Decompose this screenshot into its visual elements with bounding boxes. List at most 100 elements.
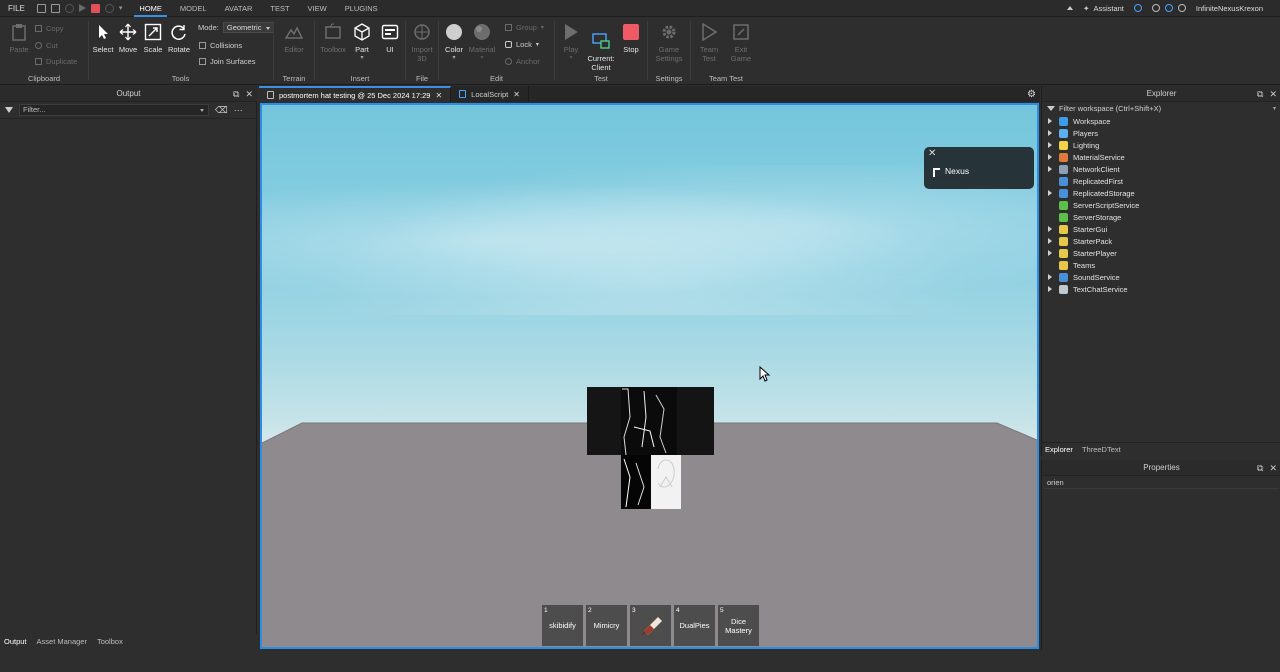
- properties-filter-input[interactable]: orien: [1044, 477, 1279, 489]
- tab-plugins[interactable]: PLUGINS: [336, 0, 387, 17]
- stop-icon[interactable]: [90, 3, 100, 13]
- expand-arrow-icon[interactable]: [1042, 141, 1052, 150]
- expand-arrow-icon[interactable]: [1042, 189, 1052, 198]
- tab-place-document[interactable]: postmortem hat testing @ 25 Dec 2024 17:…: [259, 86, 452, 102]
- explorer-item[interactable]: ServerScriptService: [1042, 199, 1280, 211]
- clear-output-icon[interactable]: ⌫: [215, 105, 228, 116]
- share-icon[interactable]: [1177, 4, 1186, 12]
- popout-icon[interactable]: ⧉: [233, 86, 239, 102]
- expand-arrow-icon[interactable]: [1042, 285, 1052, 294]
- explorer-item[interactable]: ReplicatedStorage: [1042, 187, 1280, 199]
- material-button[interactable]: Material ▾: [467, 23, 497, 61]
- anchor-button[interactable]: Anchor: [505, 57, 540, 66]
- terrain-editor-button[interactable]: Editor: [282, 23, 306, 54]
- hotbar-slot-1[interactable]: 1 skibidify: [542, 605, 583, 646]
- expand-arrow-icon[interactable]: [1042, 165, 1052, 174]
- exit-game-button[interactable]: Exit Game: [727, 23, 755, 63]
- cloud-icon[interactable]: [1164, 4, 1173, 12]
- close-icon[interactable]: ✕: [245, 86, 253, 102]
- expand-arrow-icon[interactable]: [1042, 117, 1052, 126]
- undo-icon[interactable]: [104, 3, 114, 13]
- tab-output[interactable]: Output: [0, 635, 31, 649]
- cut-button[interactable]: Cut: [35, 41, 58, 50]
- explorer-item[interactable]: MaterialService: [1042, 151, 1280, 163]
- output-filter-input[interactable]: Filter...: [19, 104, 209, 116]
- scale-button[interactable]: Scale: [142, 23, 164, 54]
- close-tab-icon[interactable]: ✕: [435, 91, 442, 100]
- more-options-icon[interactable]: ⋯: [234, 105, 243, 116]
- help-icon[interactable]: [1151, 4, 1160, 12]
- explorer-item[interactable]: StarterGui: [1042, 223, 1280, 235]
- hotbar-slot-3[interactable]: 3: [630, 605, 671, 646]
- popout-icon[interactable]: ⧉: [1257, 86, 1263, 102]
- play-button[interactable]: Play ▾: [559, 23, 583, 61]
- explorer-item[interactable]: ServerStorage: [1042, 211, 1280, 223]
- copy-button[interactable]: Copy: [35, 24, 64, 33]
- play-dropdown-icon[interactable]: ▾: [559, 54, 583, 61]
- expand-arrow-icon[interactable]: [1042, 225, 1052, 234]
- explorer-item[interactable]: Teams: [1042, 259, 1280, 271]
- mode-dropdown[interactable]: Geometric: [222, 22, 275, 33]
- explorer-item[interactable]: TextChatService: [1042, 283, 1280, 295]
- material-dropdown-icon[interactable]: ▾: [467, 54, 497, 61]
- expand-arrow-icon[interactable]: [1042, 249, 1052, 258]
- close-icon[interactable]: ✕: [1269, 86, 1277, 102]
- move-button[interactable]: Move: [117, 23, 139, 54]
- lock-button[interactable]: Lock ▾: [505, 40, 539, 49]
- game-settings-button[interactable]: Game Settings: [652, 23, 686, 63]
- collapse-ribbon-icon[interactable]: [1067, 6, 1074, 10]
- part-dropdown-icon[interactable]: ▾: [351, 54, 373, 61]
- expand-arrow-icon[interactable]: [1042, 237, 1052, 246]
- expand-arrow-icon[interactable]: [1042, 153, 1052, 162]
- collisions-checkbox[interactable]: Collisions: [199, 41, 242, 50]
- explorer-item[interactable]: SoundService: [1042, 271, 1280, 283]
- part-button[interactable]: Part ▾: [351, 23, 373, 61]
- expand-arrow-icon[interactable]: [1042, 129, 1052, 138]
- filter-funnel-icon[interactable]: [5, 107, 13, 113]
- close-icon[interactable]: ✕: [1269, 460, 1277, 476]
- explorer-item[interactable]: Lighting: [1042, 139, 1280, 151]
- sync-icon[interactable]: [1133, 4, 1142, 12]
- team-test-button[interactable]: Team Test: [695, 22, 723, 63]
- import3d-button[interactable]: Import 3D: [409, 23, 435, 63]
- popout-icon[interactable]: ⧉: [1257, 460, 1263, 476]
- hotbar-slot-4[interactable]: 4 DualPies: [674, 605, 715, 646]
- tab-explorer[interactable]: Explorer: [1041, 443, 1077, 456]
- explorer-filter[interactable]: Filter workspace (Ctrl+Shift+X) ▾: [1042, 102, 1280, 114]
- toolbox-button[interactable]: Toolbox: [318, 23, 348, 54]
- hotbar-slot-5[interactable]: 5 Dice Mastery: [718, 605, 759, 646]
- duplicate-button[interactable]: Duplicate: [35, 57, 77, 66]
- color-dropdown-icon[interactable]: ▾: [442, 54, 466, 61]
- tab-model[interactable]: MODEL: [171, 0, 216, 17]
- paste-button[interactable]: Paste: [8, 23, 30, 54]
- tab-asset-manager[interactable]: Asset Manager: [33, 635, 91, 649]
- assistant-button[interactable]: ✦ Assistant: [1083, 4, 1124, 13]
- close-notification-icon[interactable]: ✕: [928, 148, 936, 159]
- open-file-icon[interactable]: [50, 3, 60, 13]
- explorer-item[interactable]: NetworkClient: [1042, 163, 1280, 175]
- play-icon[interactable]: [78, 4, 86, 12]
- current-client-button[interactable]: Current: Client: [585, 23, 617, 72]
- tab-toolbox[interactable]: Toolbox: [93, 635, 127, 649]
- customize-chevron-icon[interactable]: ▾: [119, 4, 123, 12]
- tab-view[interactable]: VIEW: [299, 0, 336, 17]
- explorer-item[interactable]: Players: [1042, 127, 1280, 139]
- file-menu[interactable]: FILE: [0, 4, 33, 13]
- tab-threedtext[interactable]: ThreeDText: [1078, 443, 1125, 456]
- chevron-down-icon[interactable]: ▾: [1273, 105, 1276, 112]
- 3d-viewport[interactable]: ✕ Nexus 1 skibidify 2 Mimicry 3 4 DualPies …: [260, 103, 1039, 649]
- hotbar-slot-2[interactable]: 2 Mimicry: [586, 605, 627, 646]
- expand-arrow-icon[interactable]: [1042, 273, 1052, 282]
- viewport-settings-gear-icon[interactable]: ⚙: [1027, 89, 1036, 100]
- join-surfaces-checkbox[interactable]: Join Surfaces: [199, 57, 255, 66]
- username[interactable]: InfiniteNexusKrexon: [1196, 4, 1263, 13]
- new-file-icon[interactable]: [36, 3, 46, 13]
- tab-localscript[interactable]: LocalScript ✕: [451, 86, 529, 102]
- redo-icon[interactable]: [64, 3, 74, 13]
- explorer-item[interactable]: StarterPack: [1042, 235, 1280, 247]
- tab-avatar[interactable]: AVATAR: [216, 0, 262, 17]
- stop-button[interactable]: Stop: [620, 23, 642, 54]
- close-tab-icon[interactable]: ✕: [513, 90, 520, 99]
- rotate-button[interactable]: Rotate: [167, 23, 191, 54]
- explorer-item[interactable]: StarterPlayer: [1042, 247, 1280, 259]
